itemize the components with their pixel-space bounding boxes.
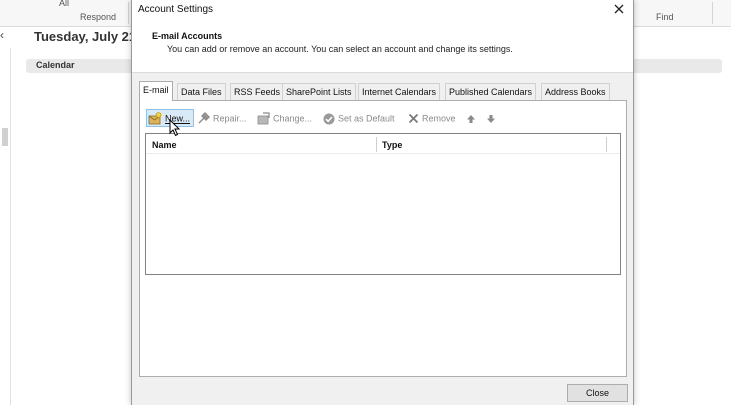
tab-rss-feeds[interactable]: RSS Feeds <box>230 83 285 100</box>
calendar-date-heading: Tuesday, July 21, <box>34 29 140 44</box>
set-as-default-label: Set as Default <box>338 113 395 124</box>
tab-internet-calendars[interactable]: Internet Calendars <box>358 83 441 100</box>
change-button[interactable]: Change... <box>257 109 312 127</box>
tab-data-files[interactable]: Data Files <box>177 83 226 100</box>
list-header-divider <box>146 153 620 154</box>
move-down-button[interactable] <box>486 109 499 127</box>
tab-email[interactable]: E-mail <box>139 81 173 101</box>
tab-published-calendars[interactable]: Published Calendars <box>445 83 537 100</box>
change-button-label: Change... <box>273 113 313 124</box>
account-settings-dialog: Account Settings E-mail Accounts You can… <box>131 0 634 405</box>
left-scrollbar[interactable] <box>0 48 11 405</box>
new-account-icon <box>148 112 162 125</box>
tab-sharepoint-lists[interactable]: SharePoint Lists <box>282 83 356 100</box>
column-divider[interactable] <box>376 137 377 152</box>
new-button[interactable]: New... <box>146 109 195 127</box>
remove-button[interactable]: Remove <box>408 109 456 127</box>
checkmark-icon <box>323 113 335 125</box>
column-divider[interactable] <box>606 137 607 152</box>
ribbon-respond-label: Respond <box>80 12 117 22</box>
calendar-label: Calendar <box>36 60 75 70</box>
dialog-titlebar: Account Settings <box>132 0 633 20</box>
dialog-header: E-mail Accounts You can add or remove an… <box>132 20 633 73</box>
repair-button-label: Repair... <box>213 113 247 124</box>
new-button-label: New... <box>165 113 191 124</box>
header-description: You can add or remove an account. You ca… <box>167 44 513 54</box>
tab-address-books[interactable]: Address Books <box>541 83 610 100</box>
remove-icon <box>408 113 419 124</box>
account-list[interactable]: Name Type <box>145 133 621 275</box>
column-header-type[interactable]: Type <box>382 140 402 150</box>
ribbon-find-label: Find <box>656 12 674 22</box>
ribbon-separator <box>712 2 713 24</box>
remove-button-label: Remove <box>422 113 456 124</box>
close-icon[interactable] <box>611 1 627 17</box>
header-title: E-mail Accounts <box>152 31 223 41</box>
arrow-down-icon <box>487 114 495 123</box>
close-button[interactable]: Close <box>567 384 628 402</box>
column-header-name[interactable]: Name <box>152 140 177 150</box>
repair-button[interactable]: Repair... <box>197 109 247 127</box>
dialog-title: Account Settings <box>138 4 214 15</box>
set-as-default-button[interactable]: Set as Default <box>323 109 395 127</box>
ribbon-all-label: All <box>59 0 70 8</box>
scrollbar-thumb[interactable] <box>2 128 8 146</box>
move-up-button[interactable] <box>466 109 479 127</box>
email-tab-panel: New... Repair... Change... Set as Defaul… <box>139 100 627 377</box>
ribbon-separator <box>128 2 129 24</box>
account-toolbar: New... Repair... Change... Set as Defaul… <box>146 109 616 127</box>
change-icon <box>257 112 270 125</box>
arrow-up-icon <box>467 114 475 123</box>
previous-arrow-icon[interactable]: ‹ <box>0 28 4 42</box>
repair-icon <box>198 112 210 124</box>
